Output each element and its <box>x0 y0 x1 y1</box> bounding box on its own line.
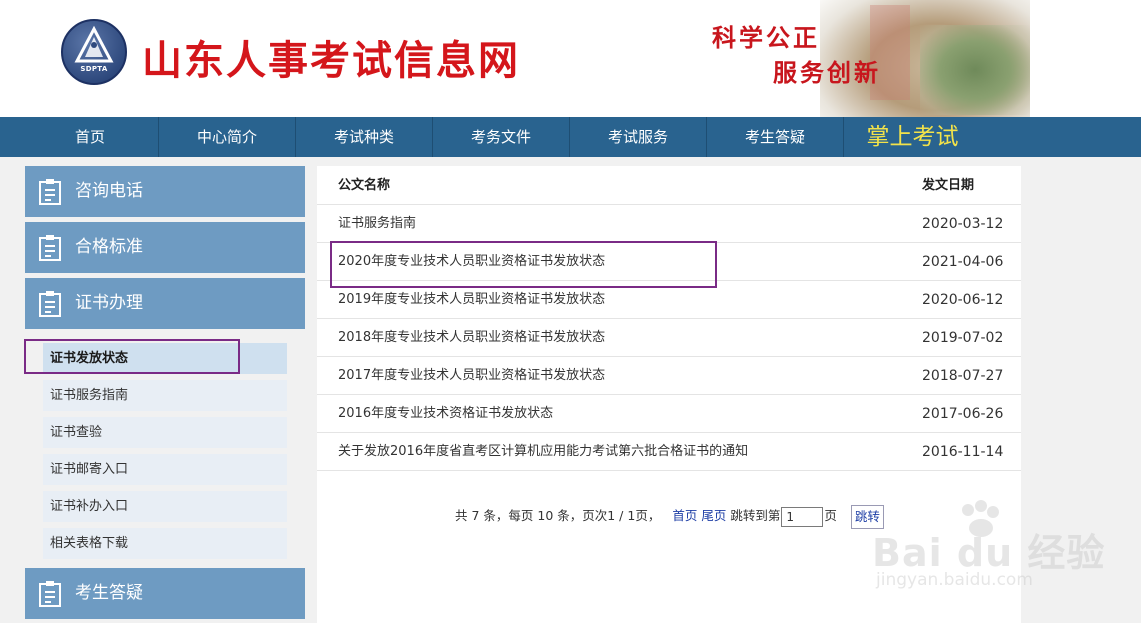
nav-item-exam-docs[interactable]: 考务文件 <box>433 117 570 157</box>
table-row: 证书服务指南 2020-03-12 <box>317 205 1021 243</box>
sidebar-section-standards[interactable]: 合格标准 <box>25 222 305 273</box>
watermark-sub: jingyan.baidu.com <box>876 570 1033 590</box>
document-link[interactable]: 2016年度专业技术资格证书发放状态 <box>338 395 553 433</box>
site-title[interactable]: 山东人事考试信息网 <box>142 28 520 86</box>
nav-item-mobile-exam[interactable]: 掌上考试 <box>844 117 981 157</box>
document-date: 2020-06-12 <box>922 292 1004 308</box>
sdpta-logo[interactable]: SDPTA <box>61 19 127 85</box>
sidebar-item-forms-download[interactable]: 相关表格下载 <box>43 528 287 559</box>
pagination-summary: 共 7 条，每页 10 条，页次1 / 1页， <box>455 508 661 523</box>
document-date: 2016-11-14 <box>922 444 1004 460</box>
nav-item-faq[interactable]: 考生答疑 <box>707 117 844 157</box>
sidebar-item-service-guide[interactable]: 证书服务指南 <box>43 380 287 411</box>
sidebar-section-certificates[interactable]: 证书办理 <box>25 278 305 329</box>
sidebar-section-hotline[interactable]: 咨询电话 <box>25 166 305 217</box>
column-header-title: 公文名称 <box>338 178 391 193</box>
sidebar-item-verification[interactable]: 证书查验 <box>43 417 287 448</box>
nav-item-exam-services[interactable]: 考试服务 <box>570 117 707 157</box>
sidebar-section-faq[interactable]: 考生答疑 <box>25 568 305 619</box>
jump-label: 跳转到第 <box>730 508 781 523</box>
main-nav: 首页 中心简介 考试种类 考务文件 考试服务 考生答疑 掌上考试 <box>0 117 1141 157</box>
slogan-line-1: 科学公正 <box>712 23 820 52</box>
first-page-link[interactable]: 首页 <box>672 503 697 529</box>
table-row: 2018年度专业技术人员职业资格证书发放状态 2019-07-02 <box>317 319 1021 357</box>
annotation-box-row <box>330 241 717 288</box>
baidu-jingyan-watermark: Bai du 经验 jingyan.baidu.com <box>872 500 1104 600</box>
document-date: 2017-06-26 <box>922 406 1004 422</box>
nav-item-about[interactable]: 中心简介 <box>159 117 296 157</box>
sidebar-section-label: 合格标准 <box>75 237 143 257</box>
watermark-main: Bai du 经验 <box>872 531 1106 575</box>
sidebar-section-label: 咨询电话 <box>75 181 143 201</box>
sidebar-item-mail-entry[interactable]: 证书邮寄入口 <box>43 454 287 485</box>
nav-item-exam-types[interactable]: 考试种类 <box>296 117 433 157</box>
pagination: 共 7 条，每页 10 条，页次1 / 1页， 首页 尾页 跳转到第 1 页 跳转 <box>455 503 884 529</box>
page-number-input[interactable]: 1 <box>781 506 824 527</box>
sidebar-section-label: 考生答疑 <box>75 583 143 603</box>
document-date: 2019-07-02 <box>922 330 1004 346</box>
document-date: 2021-04-06 <box>922 254 1004 270</box>
logo-emblem-icon <box>74 25 114 63</box>
document-icon <box>39 179 61 205</box>
document-icon <box>39 235 61 261</box>
document-link[interactable]: 2017年度专业技术人员职业资格证书发放状态 <box>338 357 605 395</box>
document-icon <box>39 291 61 317</box>
table-row: 2017年度专业技术人员职业资格证书发放状态 2018-07-27 <box>317 357 1021 395</box>
document-link[interactable]: 2018年度专业技术人员职业资格证书发放状态 <box>338 319 605 357</box>
document-date: 2020-03-12 <box>922 216 1004 232</box>
nav-item-home[interactable]: 首页 <box>22 117 159 157</box>
column-header-date: 发文日期 <box>922 178 975 193</box>
last-page-link[interactable]: 尾页 <box>701 503 726 529</box>
table-row: 2016年度专业技术资格证书发放状态 2017-06-26 <box>317 395 1021 433</box>
sidebar-item-reissue-entry[interactable]: 证书补办入口 <box>43 491 287 522</box>
banner-image: 科学公正 服务创新 <box>700 0 1030 117</box>
document-link[interactable]: 关于发放2016年度省直考区计算机应用能力考试第六批合格证书的通知 <box>338 433 748 471</box>
table-header: 公文名称 发文日期 <box>317 166 1021 205</box>
site-header: SDPTA 山东人事考试信息网 科学公正 服务创新 <box>0 0 1141 117</box>
annotation-box-sidebar <box>24 339 240 374</box>
slogan-line-2: 服务创新 <box>773 58 881 87</box>
jump-suffix: 页 <box>824 508 837 523</box>
document-icon <box>39 581 61 607</box>
document-link[interactable]: 证书服务指南 <box>338 205 416 243</box>
logo-text: SDPTA <box>80 65 108 73</box>
sidebar-section-label: 证书办理 <box>75 293 143 313</box>
table-row: 关于发放2016年度省直考区计算机应用能力考试第六批合格证书的通知 2016-1… <box>317 433 1021 471</box>
document-date: 2018-07-27 <box>922 368 1004 384</box>
